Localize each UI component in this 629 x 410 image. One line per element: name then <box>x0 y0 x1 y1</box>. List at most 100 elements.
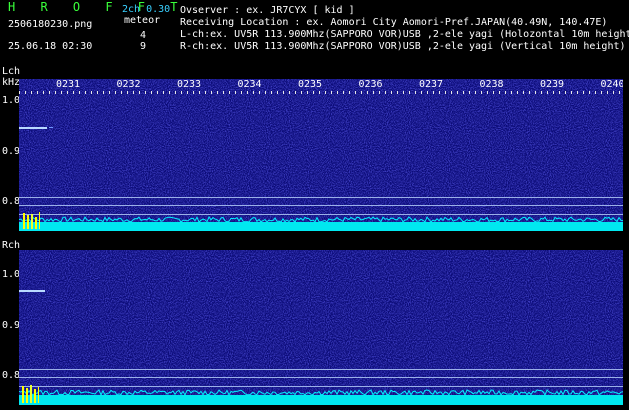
filename-label: 2506180230.png <box>8 19 93 30</box>
time-axis-tick <box>79 91 80 94</box>
time-axis-tick <box>229 91 230 94</box>
time-axis-tick <box>199 91 200 94</box>
time-axis-tick <box>49 91 50 94</box>
time-axis-tick <box>259 91 260 94</box>
lch-gridline-a <box>19 197 623 198</box>
time-axis-tick <box>265 91 266 94</box>
time-axis-tick <box>361 91 362 94</box>
time-axis-tick <box>43 91 44 94</box>
time-axis-tick <box>295 91 296 94</box>
time-axis-tick <box>325 91 326 94</box>
rch-spectrogram <box>19 250 623 405</box>
time-axis-tick <box>553 91 554 94</box>
time-axis-tick <box>343 91 344 94</box>
time-axis-tick <box>367 91 368 94</box>
datetime-label: 25.06.18 02:30 <box>8 41 93 52</box>
time-axis-tick <box>589 91 590 94</box>
time-axis-tick <box>517 91 518 94</box>
rch-receiver-info: R-ch:ex. UV5R 113.900Mhz(SAPPORO VOR)USB… <box>180 41 626 52</box>
time-axis-tick <box>193 91 194 94</box>
time-axis-tick <box>37 91 38 94</box>
time-axis-tick <box>133 91 134 94</box>
time-axis-tick <box>331 91 332 94</box>
lch-receiver-info: L-ch:ex. UV5R 113.900Mhz(SAPPORO VOR)USB… <box>180 29 629 40</box>
time-axis-tick <box>25 91 26 94</box>
time-axis-tick <box>523 91 524 94</box>
time-axis-tick <box>211 91 212 94</box>
time-axis-tick <box>319 91 320 94</box>
rch-ytick-1.0: 1.0 <box>2 269 21 280</box>
time-axis-tick <box>277 91 278 94</box>
time-axis-tick <box>451 91 452 94</box>
time-axis-tick <box>595 91 596 94</box>
lch-gridline-b <box>19 205 623 206</box>
time-axis-tick <box>283 91 284 94</box>
time-axis-tick <box>613 91 614 94</box>
time-label-0236: 0236 <box>358 79 383 90</box>
time-axis-tick <box>379 91 380 94</box>
time-axis-tick <box>67 91 68 94</box>
rch-spectrogram-panel <box>19 250 623 405</box>
time-axis-tick <box>145 91 146 94</box>
time-label-0231: 0231 <box>56 79 81 90</box>
time-axis-tick <box>547 91 548 94</box>
time-axis-tick <box>439 91 440 94</box>
time-axis-tick <box>499 91 500 94</box>
time-axis-tick <box>385 91 386 94</box>
time-axis-tick <box>157 91 158 94</box>
time-axis-tick <box>127 91 128 94</box>
meteor-label: meteor <box>124 15 161 26</box>
time-axis-tick <box>241 91 242 94</box>
time-axis-tick <box>31 91 32 94</box>
time-axis-tick <box>307 91 308 94</box>
lch-signal-baseline <box>19 212 623 231</box>
time-axis-tick <box>583 91 584 94</box>
time-axis-tick <box>487 91 488 94</box>
time-label-0240: 0240 <box>600 79 624 90</box>
time-axis-tick <box>571 91 572 94</box>
lch-spectrogram-panel: 0231 0232 0233 0234 0235 0236 0237 0238 0239 0240 <box>19 79 623 231</box>
time-axis-tick <box>505 91 506 94</box>
time-axis-tick <box>529 91 530 94</box>
time-axis-tick <box>355 91 356 94</box>
time-axis-tick <box>61 91 62 94</box>
time-axis-tick <box>109 91 110 94</box>
time-label-0237: 0237 <box>419 79 444 90</box>
time-axis-tick <box>511 91 512 94</box>
time-axis-tick <box>541 91 542 94</box>
time-axis-tick <box>577 91 578 94</box>
time-axis-tick <box>55 91 56 94</box>
time-axis-tick <box>97 91 98 94</box>
time-axis-tick <box>175 91 176 94</box>
time-axis-tick <box>601 91 602 94</box>
time-label-0235: 0235 <box>298 79 323 90</box>
time-axis-tick <box>271 91 272 94</box>
time-axis-tick <box>481 91 482 94</box>
time-axis-tick <box>475 91 476 94</box>
version-label: 2ch 0.30 <box>122 4 171 15</box>
rch-ytick-0.8: 0.8 <box>2 370 21 381</box>
time-axis-tick <box>535 91 536 94</box>
time-axis-tick <box>139 91 140 94</box>
time-label-0233: 0233 <box>177 79 202 90</box>
time-axis-tick <box>187 91 188 94</box>
location-info: Receiving Location : ex. Aomori City Aom… <box>180 17 608 28</box>
time-axis-tick <box>427 91 428 94</box>
time-axis-tick <box>445 91 446 94</box>
time-axis-tick <box>73 91 74 94</box>
lch-meteor-count: 4 <box>140 30 147 41</box>
time-axis-tick <box>181 91 182 94</box>
time-axis-tick <box>205 91 206 94</box>
time-axis-tick <box>565 91 566 94</box>
time-axis-tick <box>115 91 116 94</box>
time-axis-tick <box>463 91 464 94</box>
observer-info: Ovserver : ex. JR7CYX [ kid ] <box>180 5 355 16</box>
time-axis-tick <box>469 91 470 94</box>
time-axis-tick <box>235 91 236 94</box>
lch-ytick-1.0: 1.0 <box>2 95 21 106</box>
time-axis-tick <box>397 91 398 94</box>
time-label-0234: 0234 <box>237 79 262 90</box>
time-axis-tick <box>433 91 434 94</box>
time-axis-tick <box>421 91 422 94</box>
time-axis-tick <box>19 91 20 94</box>
